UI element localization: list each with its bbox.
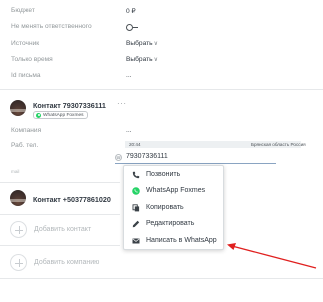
- phone-icon: [132, 171, 140, 179]
- work-phone-input[interactable]: ☎ 79307336111: [115, 151, 276, 164]
- budget-label: Бюджет: [11, 7, 35, 14]
- work-phone-label: Раб. тел.: [11, 142, 39, 149]
- menu-item-label: WhatsApp Foxmes: [146, 187, 206, 194]
- phone-icon: ☎: [115, 154, 122, 161]
- chevron-down-icon: ∨: [153, 57, 158, 63]
- phone-context-menu: Позвонить WhatsApp Foxmes Копировать Ред…: [123, 165, 224, 250]
- contact-name[interactable]: Контакт 79307336111: [33, 101, 106, 110]
- envelope-icon: [132, 238, 140, 244]
- letter-id-label: Id письма: [11, 72, 41, 79]
- budget-value[interactable]: 0 ₽: [126, 7, 136, 15]
- copy-icon: [132, 204, 140, 212]
- menu-item-label: Редактировать: [146, 220, 195, 227]
- chevron-down-icon: ∨: [153, 41, 158, 47]
- add-contact-label: Добавить контакт: [34, 226, 92, 233]
- avatar[interactable]: [10, 100, 26, 116]
- menu-item-write-whatsapp[interactable]: Написать в WhatsApp: [124, 234, 223, 249]
- pencil-icon: [132, 220, 140, 228]
- only-time-label: Только время: [11, 56, 53, 63]
- menu-item-label: Написать в WhatsApp: [146, 237, 217, 244]
- arrow-shaft: [231, 245, 317, 269]
- menu-item-whatsapp-foxmes[interactable]: WhatsApp Foxmes: [124, 184, 223, 199]
- plus-icon: [10, 221, 27, 238]
- source-label: Источник: [11, 40, 40, 47]
- phone-local-time: 20:44: [129, 142, 141, 147]
- mail-label: mail: [11, 169, 20, 174]
- section-divider: [0, 89, 323, 90]
- company-label: Компания: [11, 127, 42, 134]
- more-options-icon[interactable]: ···: [117, 99, 127, 108]
- menu-item-label: Позвонить: [146, 171, 181, 178]
- section-divider: [0, 214, 120, 215]
- section-divider: [0, 245, 120, 246]
- menu-item-copy[interactable]: Копировать: [124, 201, 223, 216]
- section-divider: [0, 278, 323, 279]
- menu-item-label: Копировать: [146, 204, 184, 211]
- only-time-select-value: Выбрать: [126, 56, 153, 63]
- contact-name[interactable]: Контакт +50377861020: [33, 195, 111, 204]
- no-change-responsible-label: Не менять ответственного: [11, 23, 92, 30]
- phone-info-strip: 20:44 Брянская область Россия: [125, 141, 306, 148]
- plus-icon: [10, 254, 27, 271]
- toggle-track: [133, 27, 138, 28]
- phone-region: Брянская область Россия: [251, 142, 306, 147]
- arrow-head: [227, 243, 236, 250]
- toggle-knob: [126, 24, 133, 31]
- menu-item-edit[interactable]: Редактировать: [124, 217, 223, 232]
- no-change-responsible-toggle[interactable]: [126, 24, 139, 31]
- whatsapp-icon: [132, 187, 140, 195]
- avatar[interactable]: [10, 190, 26, 206]
- work-phone-value: 79307336111: [126, 153, 168, 160]
- menu-item-call[interactable]: Позвонить: [124, 168, 223, 183]
- add-company-label: Добавить компанию: [34, 259, 100, 266]
- letter-id-value[interactable]: ...: [126, 72, 132, 79]
- source-select-value: Выбрать: [126, 40, 153, 47]
- whatsapp-badge[interactable]: WhatsApp Foxmes: [33, 111, 88, 119]
- section-divider: [0, 182, 120, 183]
- whatsapp-icon: [36, 112, 41, 118]
- whatsapp-badge-label: WhatsApp Foxmes: [43, 112, 84, 118]
- company-value[interactable]: ...: [126, 127, 132, 134]
- only-time-select[interactable]: Выбрать∨: [126, 56, 158, 63]
- source-select[interactable]: Выбрать∨: [126, 40, 158, 47]
